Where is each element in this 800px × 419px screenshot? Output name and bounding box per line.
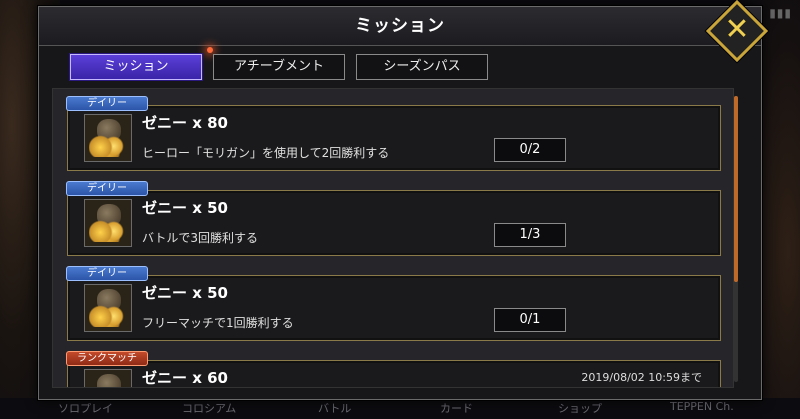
daily-badge: デイリー	[66, 96, 148, 111]
sparkle-effect	[207, 47, 213, 53]
mission-progress: 0/1	[494, 308, 566, 332]
nav-item-shop[interactable]: ショップ	[558, 400, 602, 416]
daily-badge: デイリー	[66, 181, 148, 196]
rank-match-badge: ランクマッチ	[66, 351, 148, 366]
mission-description: ヒーロー「モリガン」を使用して2回勝利する	[142, 146, 390, 160]
nav-item-solo[interactable]: ソロプレイ	[58, 400, 113, 416]
mission-deadline: 2019/08/02 10:59まで	[581, 371, 702, 384]
mission-description: バトルで3回勝利する	[142, 231, 258, 245]
mission-card: デイリー ゼニー x 80 ヒーロー「モリガン」を使用して2回勝利する 0/2	[66, 96, 721, 171]
scrollbar[interactable]	[734, 96, 738, 382]
mission-progress: 0/2	[494, 138, 566, 162]
nav-item-colosseum[interactable]: コロシアム	[182, 400, 236, 416]
tab-achievement[interactable]: アチーブメント	[213, 54, 345, 80]
mission-list[interactable]: デイリー ゼニー x 80 ヒーロー「モリガン」を使用して2回勝利する 0/2 …	[52, 88, 734, 388]
bottom-nav: ソロプレイ コロシアム バトル カード ショップ TEPPEN Ch.	[0, 398, 800, 419]
tab-season-pass[interactable]: シーズンパス	[356, 54, 488, 80]
modal-title: ミッション	[39, 7, 761, 46]
scroll-thumb[interactable]	[734, 96, 738, 282]
mission-reward: ゼニー x 80	[142, 114, 228, 132]
zeny-bag-icon	[84, 199, 132, 247]
daily-badge: デイリー	[66, 266, 148, 281]
mission-reward: ゼニー x 50	[142, 199, 228, 217]
nav-item-battle[interactable]: バトル	[318, 400, 351, 416]
mission-description: フリーマッチで1回勝利する	[142, 316, 294, 330]
mission-reward: ゼニー x 60	[142, 369, 228, 387]
signal-icon: ▮▮▮	[769, 6, 792, 20]
close-icon[interactable]: ✕	[716, 10, 758, 52]
nav-item-teppen-ch[interactable]: TEPPEN Ch.	[670, 400, 734, 413]
nav-item-card[interactable]: カード	[440, 400, 473, 416]
mission-card: デイリー ゼニー x 50 フリーマッチで1回勝利する 0/1	[66, 266, 721, 341]
zeny-bag-icon	[84, 284, 132, 332]
mission-progress: 1/3	[494, 223, 566, 247]
tab-mission[interactable]: ミッション	[70, 54, 202, 80]
mission-reward: ゼニー x 50	[142, 284, 228, 302]
mission-card: デイリー ゼニー x 50 バトルで3回勝利する 1/3	[66, 181, 721, 256]
zeny-bag-icon	[84, 114, 132, 162]
zeny-bag-icon	[84, 369, 132, 387]
mission-card: ランクマッチ ゼニー x 60 2019/08/02 10:59まで	[66, 351, 721, 387]
